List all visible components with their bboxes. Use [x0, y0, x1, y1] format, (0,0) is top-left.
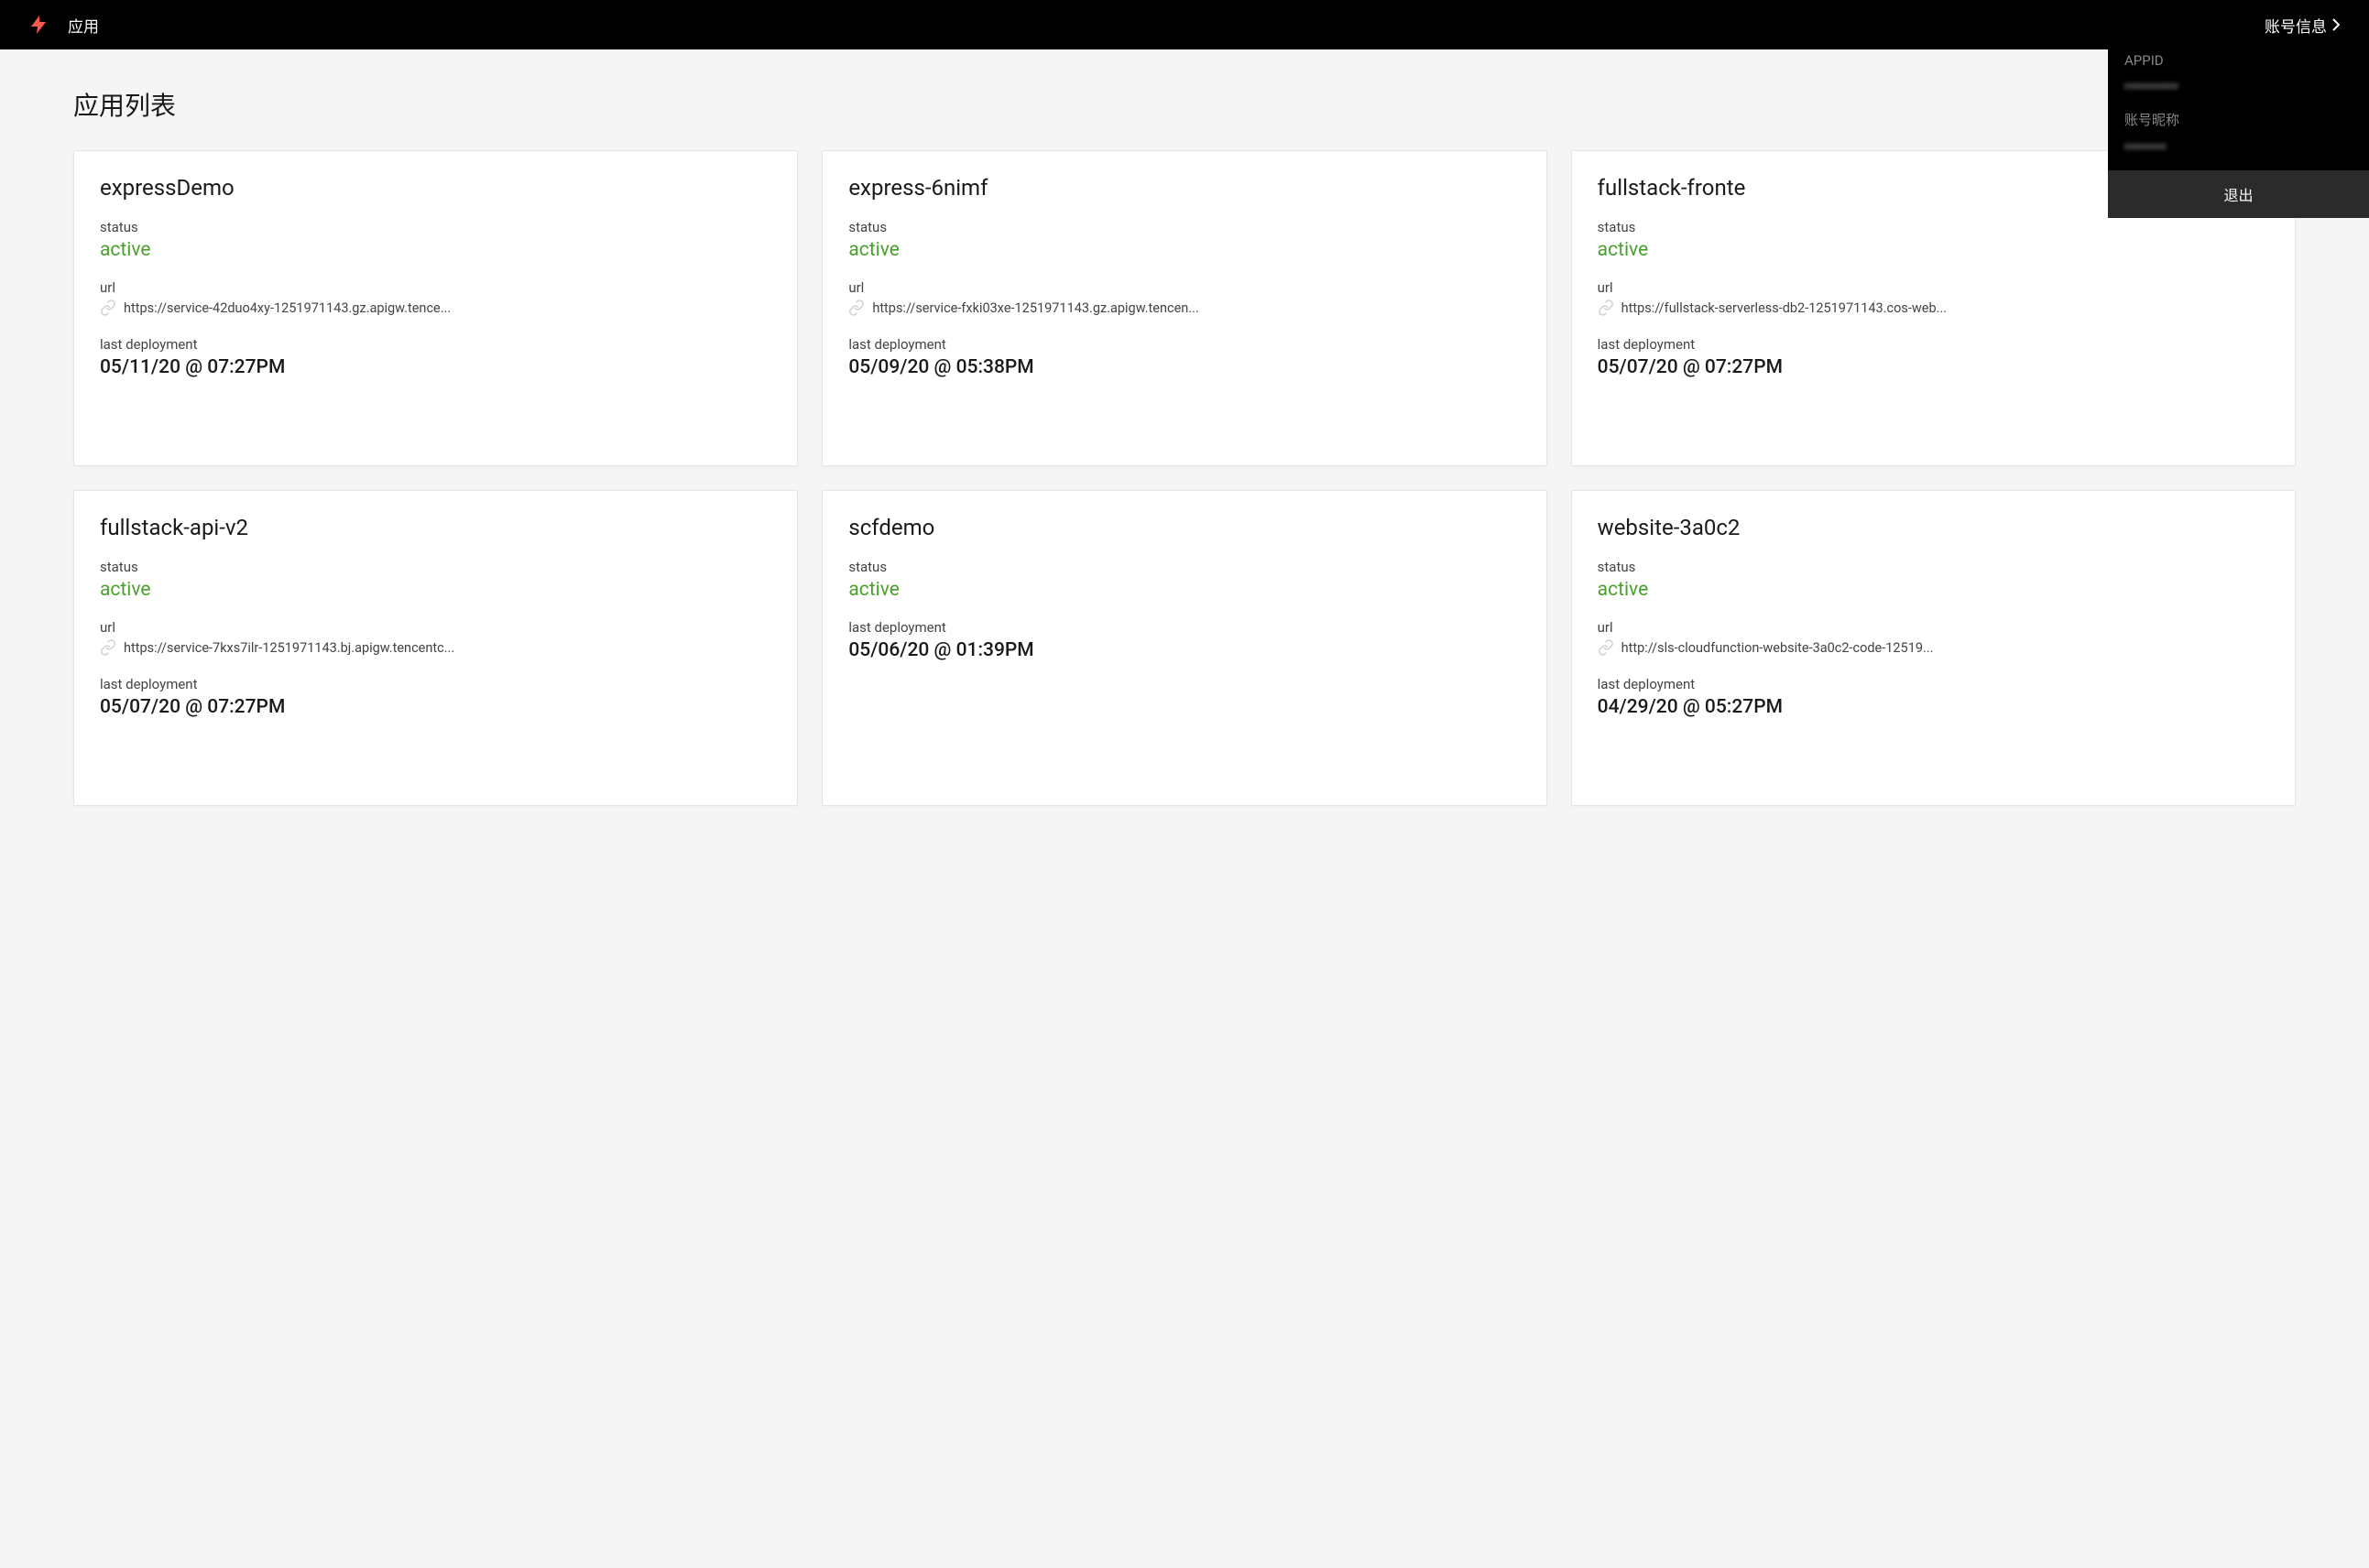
- url-row[interactable]: http://sls-cloudfunction-website-3a0c2-c…: [1598, 639, 2269, 656]
- app-name: fullstack-api-v2: [100, 515, 771, 540]
- url-value: https://fullstack-serverless-db2-1251971…: [1621, 300, 1947, 316]
- last-deploy-label: last deployment: [100, 676, 771, 692]
- app-card[interactable]: express-6nimf status active url https://serv…: [822, 150, 1546, 466]
- status-label: status: [848, 219, 1520, 235]
- header-bar: 应用 账号信息 APPID ••••••••• 账号昵称 ••••••• 退出: [0, 0, 2369, 49]
- status-label: status: [100, 559, 771, 575]
- url-value: https://service-42duo4xy-1251971143.gz.a…: [124, 300, 451, 316]
- url-label: url: [100, 279, 771, 296]
- last-deploy-value: 05/09/20 @ 05:38PM: [848, 356, 1520, 378]
- dropdown-appid-section: APPID ••••••••• 账号昵称 •••••••: [2108, 41, 2369, 170]
- chevron-right-icon: [2332, 17, 2342, 32]
- nickname-label: 账号昵称: [2124, 110, 2353, 129]
- appid-label: APPID: [2124, 52, 2353, 69]
- url-label: url: [100, 619, 771, 636]
- last-deploy-label: last deployment: [848, 336, 1520, 353]
- last-deploy-label: last deployment: [100, 336, 771, 353]
- app-card[interactable]: fullstack-api-v2 status active url https://s…: [73, 490, 798, 806]
- last-deploy-value: 05/07/20 @ 07:27PM: [1598, 356, 2269, 378]
- status-value: active: [848, 579, 1520, 601]
- app-card[interactable]: expressDemo status active url https://servic…: [73, 150, 798, 466]
- url-label: url: [848, 279, 1520, 296]
- url-value: http://sls-cloudfunction-website-3a0c2-c…: [1621, 640, 1934, 656]
- app-name: scfdemo: [848, 515, 1520, 540]
- url-row[interactable]: https://service-42duo4xy-1251971143.gz.a…: [100, 299, 771, 316]
- link-icon: [1598, 299, 1614, 316]
- appid-value: •••••••••: [2124, 78, 2353, 97]
- status-value: active: [1598, 239, 2269, 261]
- url-label: url: [1598, 279, 2269, 296]
- app-name: website-3a0c2: [1598, 515, 2269, 540]
- url-row[interactable]: https://service-fxki03xe-1251971143.gz.a…: [848, 299, 1520, 316]
- nickname-value: •••••••: [2124, 138, 2353, 158]
- last-deploy-value: 05/06/20 @ 01:39PM: [848, 639, 1520, 661]
- url-value: https://service-7kxs7ilr-1251971143.bj.a…: [124, 640, 454, 656]
- logout-button[interactable]: 退出: [2108, 170, 2369, 218]
- url-value: https://service-fxki03xe-1251971143.gz.a…: [872, 300, 1198, 316]
- last-deploy-value: 05/07/20 @ 07:27PM: [100, 696, 771, 718]
- app-name: express-6nimf: [848, 175, 1520, 201]
- app-grid: expressDemo status active url https://servic…: [73, 150, 2296, 806]
- url-row[interactable]: https://fullstack-serverless-db2-1251971…: [1598, 299, 2269, 316]
- last-deploy-value: 05/11/20 @ 07:27PM: [100, 356, 771, 378]
- last-deploy-label: last deployment: [848, 619, 1520, 636]
- account-menu-trigger[interactable]: 账号信息: [2265, 14, 2342, 37]
- app-card[interactable]: scfdemo status active last deployment 05/06/…: [822, 490, 1546, 806]
- logo-icon: [27, 14, 49, 36]
- status-value: active: [1598, 579, 2269, 601]
- link-icon: [848, 299, 865, 316]
- page-title: 应用列表: [73, 86, 2296, 123]
- url-row[interactable]: https://service-7kxs7ilr-1251971143.bj.a…: [100, 639, 771, 656]
- status-value: active: [100, 579, 771, 601]
- url-label: url: [1598, 619, 2269, 636]
- last-deploy-label: last deployment: [1598, 676, 2269, 692]
- nav-apps[interactable]: 应用: [68, 14, 99, 37]
- last-deploy-value: 04/29/20 @ 05:27PM: [1598, 696, 2269, 718]
- status-label: status: [100, 219, 771, 235]
- account-dropdown: APPID ••••••••• 账号昵称 ••••••• 退出: [2108, 41, 2369, 218]
- status-label: status: [848, 559, 1520, 575]
- link-icon: [1598, 639, 1614, 656]
- account-label: 账号信息: [2265, 14, 2327, 37]
- app-name: expressDemo: [100, 175, 771, 201]
- link-icon: [100, 639, 116, 656]
- main-content: 应用列表 expressDemo status active url https://s…: [0, 49, 2369, 843]
- last-deploy-label: last deployment: [1598, 336, 2269, 353]
- link-icon: [100, 299, 116, 316]
- app-card[interactable]: website-3a0c2 status active url http://sls-c…: [1571, 490, 2296, 806]
- status-label: status: [1598, 219, 2269, 235]
- status-value: active: [100, 239, 771, 261]
- status-label: status: [1598, 559, 2269, 575]
- status-value: active: [848, 239, 1520, 261]
